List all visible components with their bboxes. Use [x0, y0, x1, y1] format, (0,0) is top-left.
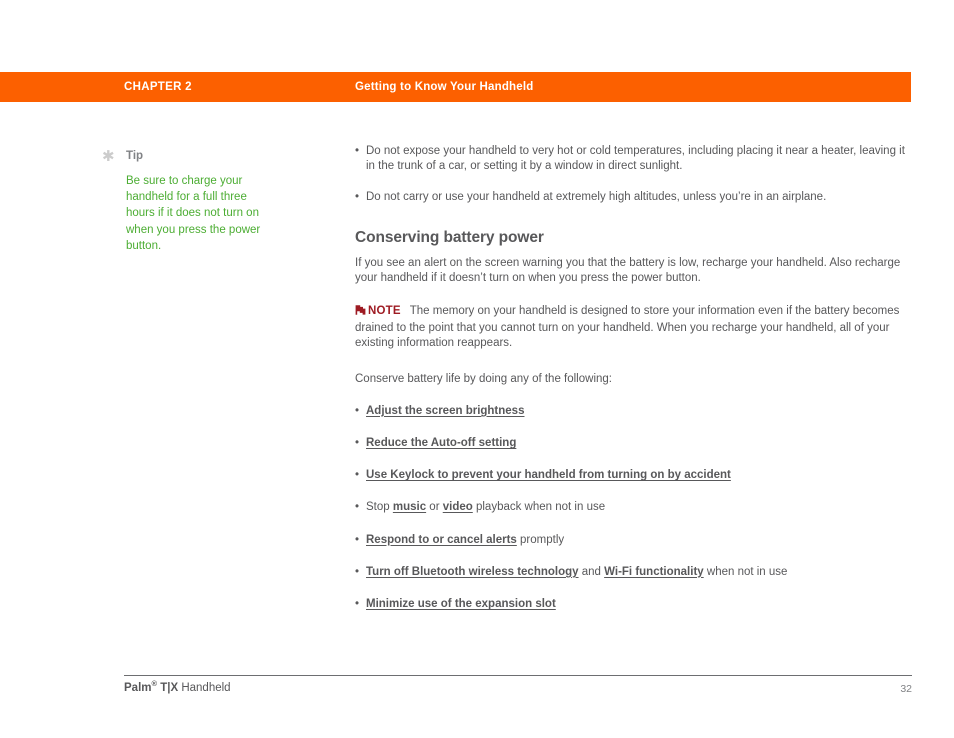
- link[interactable]: video: [443, 501, 473, 513]
- note-body-text: The memory on your handheld is designed …: [355, 305, 900, 350]
- list-item: Adjust the screen brightness: [355, 404, 911, 419]
- link[interactable]: music: [393, 501, 426, 513]
- footer-model: T|X: [157, 682, 179, 694]
- main-content-column: Do not expose your handheld to very hot …: [355, 144, 911, 612]
- footer-brand: Palm: [124, 682, 152, 694]
- footer-product-label: Palm® T|X Handheld: [124, 680, 231, 694]
- asterisk-icon: ✱: [102, 147, 115, 165]
- note-callout: NOTE The memory on your handheld is desig…: [355, 304, 911, 352]
- tip-label: Tip: [126, 150, 144, 162]
- list-item-text: or: [426, 501, 443, 514]
- note-label: NOTE: [368, 305, 401, 318]
- list-item-text: when not in use: [703, 565, 788, 578]
- tip-header: ✱ Tip: [102, 149, 272, 165]
- list-item: Do not expose your handheld to very hot …: [355, 144, 911, 174]
- list-item: Minimize use of the expansion slot: [355, 597, 911, 612]
- list-item-text: Stop: [366, 501, 393, 514]
- page-title: Conserving battery power: [355, 228, 544, 246]
- list-item: Reduce the Auto-off setting: [355, 436, 911, 451]
- link[interactable]: Minimize use of the expansion slot: [366, 598, 556, 610]
- conserve-options-list: Adjust the screen brightness Reduce the A…: [355, 404, 911, 613]
- footer-product: Handheld: [178, 682, 231, 694]
- section-title-header: Getting to Know Your Handheld: [355, 81, 534, 93]
- list-item: Turn off Bluetooth wireless technology a…: [355, 565, 911, 580]
- page-number: 32: [900, 683, 912, 695]
- section-intro-paragraph: If you see an alert on the screen warnin…: [355, 256, 901, 284]
- list-item: Stop music or video playback when not in…: [355, 500, 911, 515]
- conserve-intro-paragraph: Conserve battery life by doing any of th…: [355, 372, 612, 385]
- list-item: Do not carry or use your handheld at ext…: [355, 190, 911, 205]
- link[interactable]: Use Keylock to prevent your handheld fro…: [366, 469, 731, 481]
- link[interactable]: Reduce the Auto-off setting: [366, 437, 516, 449]
- link[interactable]: Turn off Bluetooth wireless technology: [366, 566, 579, 578]
- tip-body-text: Be sure to charge your handheld for a fu…: [126, 175, 261, 252]
- chapter-label: CHAPTER 2: [124, 81, 192, 93]
- tip-callout: ✱ Tip Be sure to charge your handheld fo…: [102, 149, 272, 254]
- footer-divider: [124, 675, 912, 676]
- link[interactable]: Respond to or cancel alerts: [366, 534, 517, 546]
- link[interactable]: Wi-Fi functionality: [604, 566, 704, 578]
- list-item-text: promptly: [516, 533, 565, 546]
- list-item: Respond to or cancel alerts promptly: [355, 533, 911, 548]
- list-item-text: playback when not in use: [472, 501, 606, 514]
- list-item-text: and: [578, 565, 605, 578]
- note-flag-icon: [355, 304, 366, 321]
- list-item: Use Keylock to prevent your handheld fro…: [355, 468, 911, 483]
- link[interactable]: Adjust the screen brightness: [366, 405, 524, 417]
